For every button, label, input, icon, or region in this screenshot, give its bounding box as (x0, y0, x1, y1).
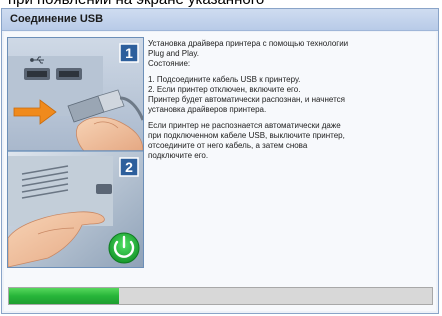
page-caption-text: при появлении на экране указанного (8, 0, 264, 8)
intro-paragraph: Установка драйвера принтера с помощью те… (148, 39, 430, 69)
note-line: подключите его. (148, 151, 209, 160)
step2-panel: 2 (8, 152, 143, 267)
setup-illustration: 1 2 (7, 37, 144, 268)
step-line: 2. Если принтер отключен, включите его. (148, 85, 301, 94)
note-line: отсоедините от него кабель, а затем снов… (148, 141, 308, 150)
note-line: Если принтер не распознается автоматичес… (148, 121, 341, 130)
step-line: 1. Подсоедините кабель USB к принтеру. (148, 75, 301, 84)
window-title: Соединение USB (10, 13, 104, 25)
dialog-client-area: 1 2 Установка драйвера принтера с помощь… (4, 32, 436, 311)
intro-line: Установка драйвера принтера с помощью те… (148, 39, 349, 48)
status-label: Состояние: (148, 59, 191, 68)
power-button-icon (108, 232, 140, 264)
note-paragraph: Если принтер не распознается автоматичес… (148, 121, 430, 161)
instructions-text: Установка драйвера принтера с помощью те… (148, 39, 430, 167)
title-bar: Соединение USB (2, 9, 438, 31)
step1-panel: 1 (8, 38, 143, 152)
progress-fill (9, 288, 119, 304)
steps-paragraph: 1. Подсоедините кабель USB к принтеру. 2… (148, 75, 430, 115)
step-line: установка драйверов принтера. (148, 105, 267, 114)
step2-number: 2 (125, 159, 133, 175)
note-line: при подключенном кабеле USB, выключите п… (148, 131, 345, 140)
step1-number: 1 (125, 45, 133, 61)
intro-line: Plug and Play. (148, 49, 199, 58)
step-line: Принтер будет автоматически распознан, и… (148, 95, 345, 104)
installation-progress-bar (8, 287, 433, 305)
page-caption: при появлении на экране указанного (0, 0, 442, 8)
usb-connection-dialog: Соединение USB 1 2 Установка драйвера пр… (1, 8, 439, 314)
